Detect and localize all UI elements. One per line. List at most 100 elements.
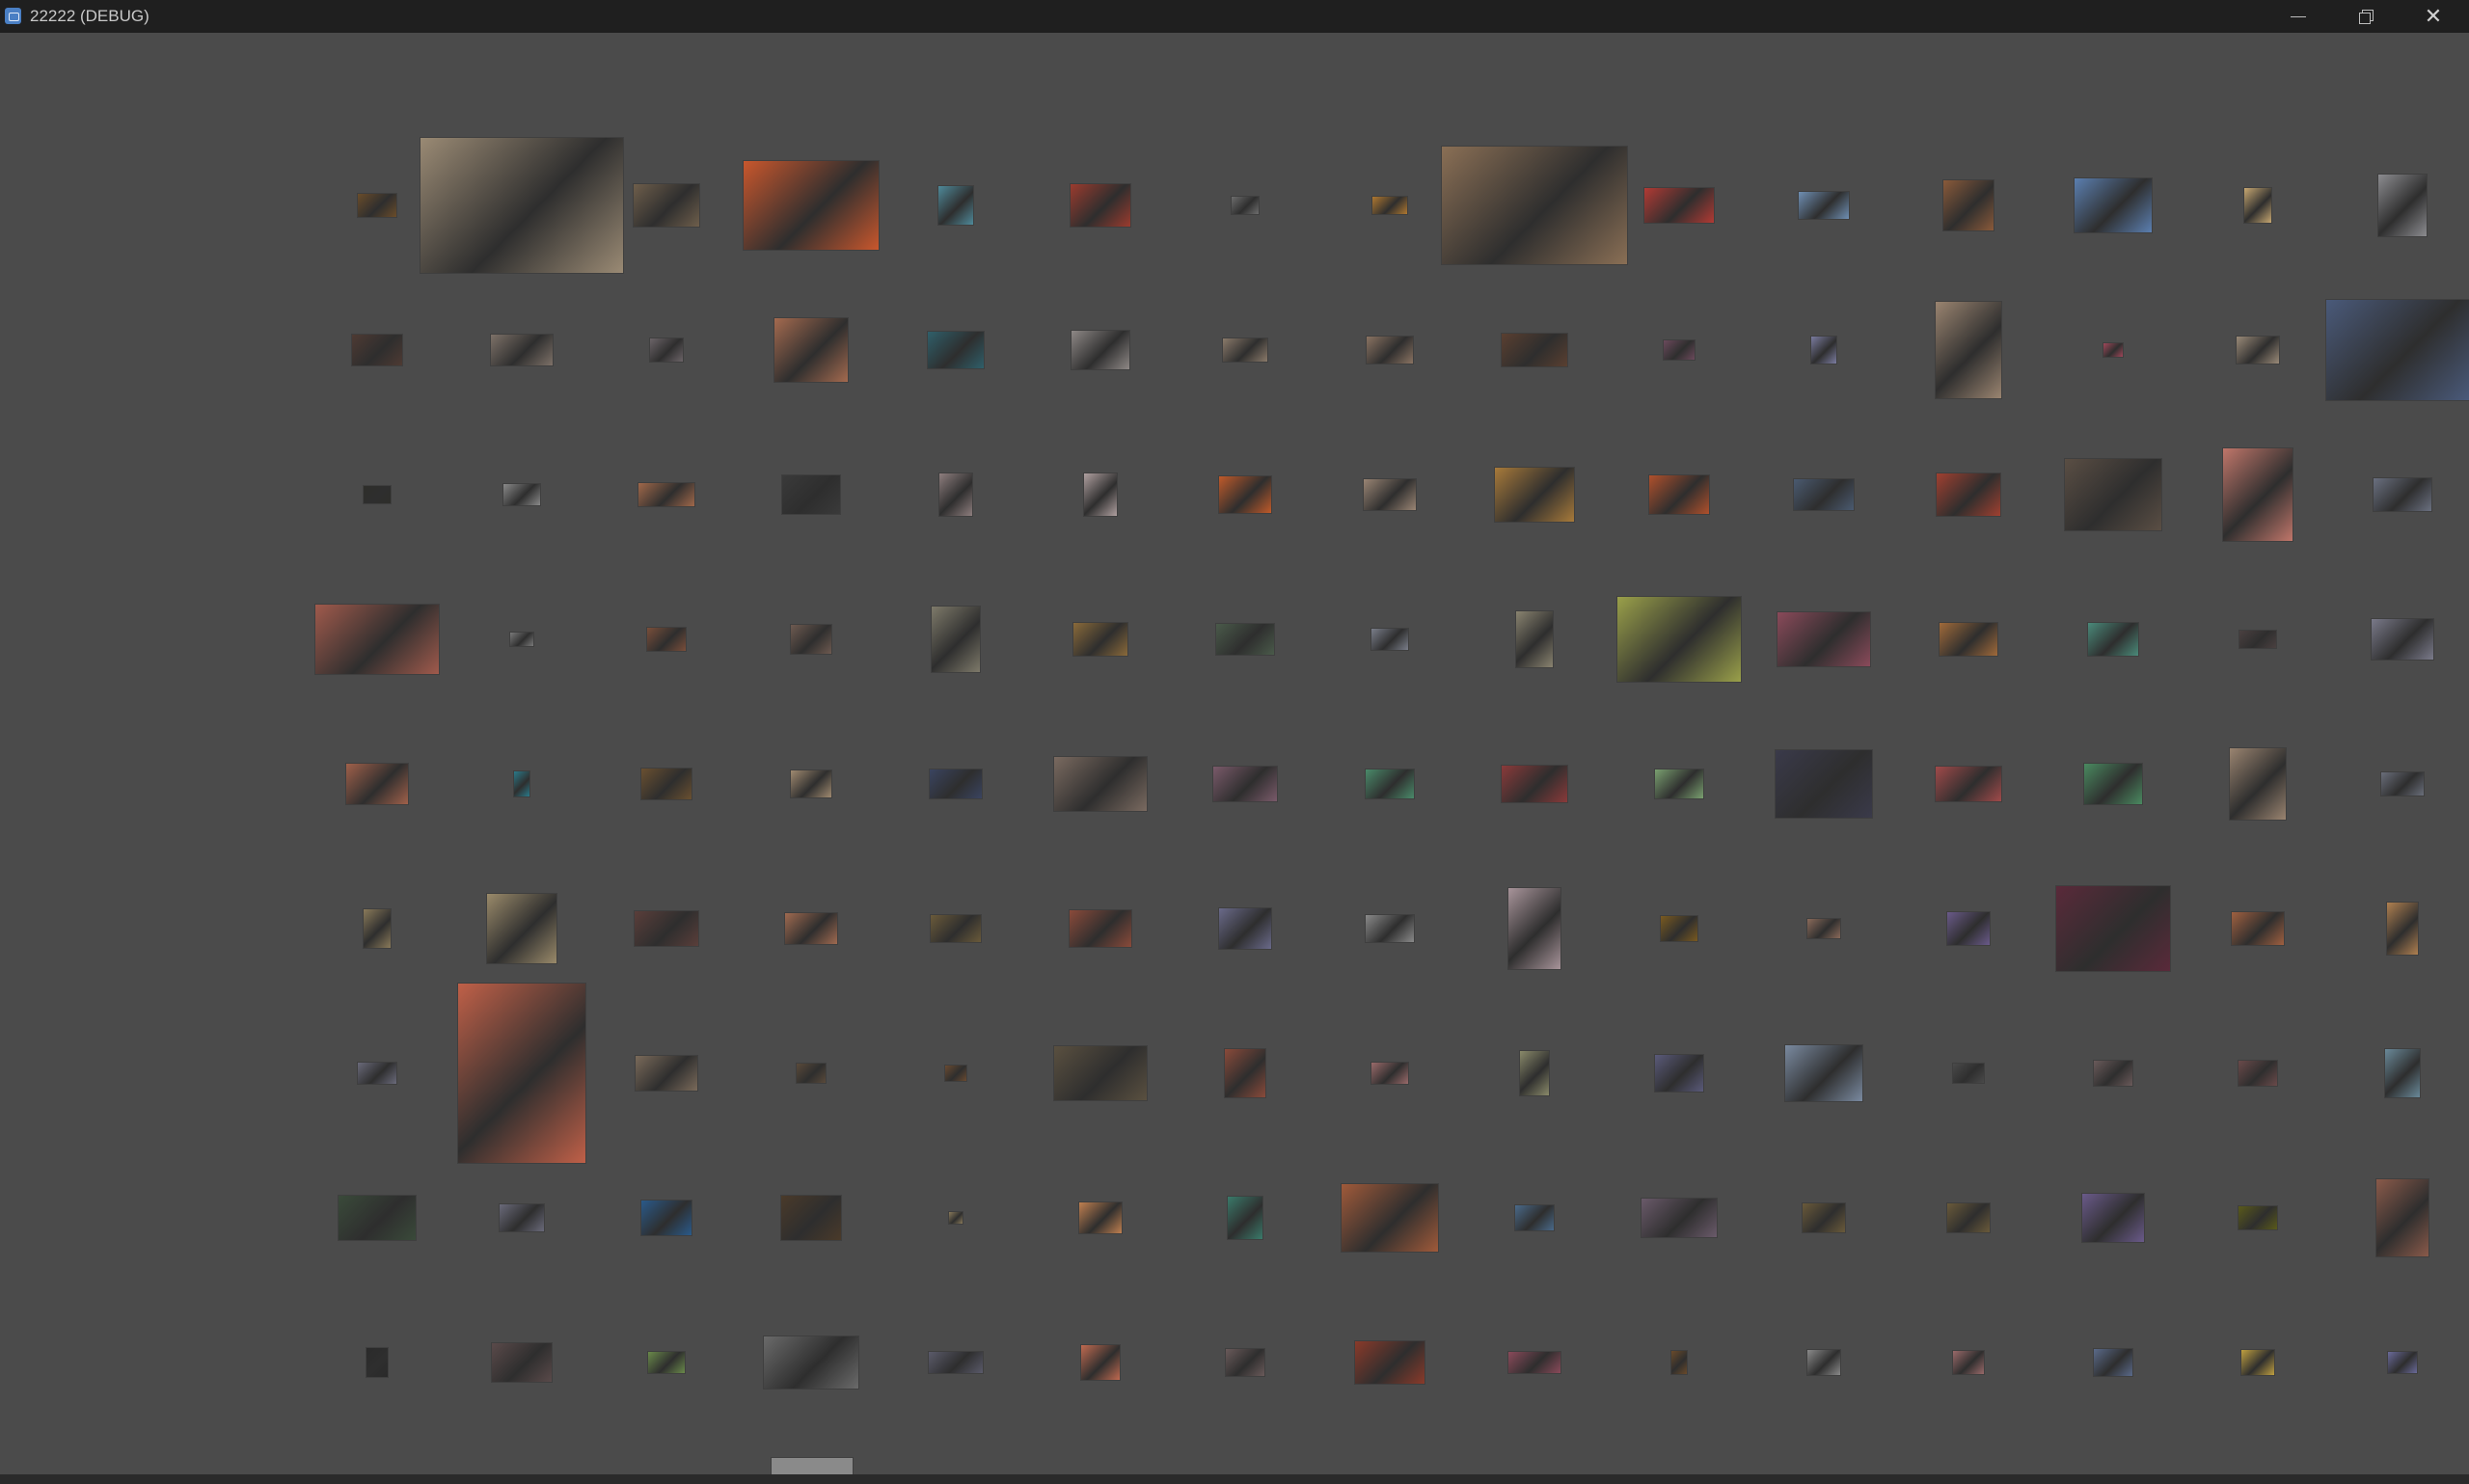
photo-thumbnail[interactable] xyxy=(1936,767,2001,801)
photo-thumbnail[interactable] xyxy=(1371,629,1408,650)
photo-thumbnail[interactable] xyxy=(492,1343,552,1382)
photo-thumbnail[interactable] xyxy=(932,607,980,672)
photo-thumbnail[interactable] xyxy=(2094,1349,2132,1376)
photo-thumbnail[interactable] xyxy=(2378,175,2427,236)
photo-thumbnail[interactable] xyxy=(1515,1205,1554,1230)
photo-thumbnail[interactable] xyxy=(791,625,831,654)
photo-thumbnail[interactable] xyxy=(315,605,439,674)
photo-thumbnail[interactable] xyxy=(2238,1206,2277,1229)
photo-thumbnail[interactable] xyxy=(1367,337,1413,364)
photo-thumbnail[interactable] xyxy=(2381,772,2424,796)
photo-thumbnail[interactable] xyxy=(931,915,981,942)
photo-thumbnail[interactable] xyxy=(774,318,848,382)
photo-thumbnail[interactable] xyxy=(358,194,396,217)
photo-thumbnail[interactable] xyxy=(2056,886,2170,971)
photo-thumbnail[interactable] xyxy=(514,771,529,796)
photo-thumbnail[interactable] xyxy=(1943,180,1994,230)
photo-thumbnail[interactable] xyxy=(1232,197,1259,214)
photo-thumbnail[interactable] xyxy=(1671,1351,1687,1374)
photo-thumbnail[interactable] xyxy=(1213,767,1277,801)
photo-thumbnail[interactable] xyxy=(1617,597,1741,682)
photo-thumbnail[interactable] xyxy=(2082,1194,2144,1242)
photo-thumbnail[interactable] xyxy=(458,984,585,1163)
photo-thumbnail[interactable] xyxy=(364,486,391,503)
photo-thumbnail[interactable] xyxy=(1947,912,1990,945)
photo-thumbnail[interactable] xyxy=(1070,910,1131,947)
photo-thumbnail[interactable] xyxy=(928,332,984,368)
photo-thumbnail[interactable] xyxy=(2084,764,2142,804)
photo-thumbnail[interactable] xyxy=(1661,916,1697,941)
photo-thumbnail[interactable] xyxy=(2388,1352,2417,1373)
photo-thumbnail[interactable] xyxy=(1355,1341,1424,1384)
photo-thumbnail[interactable] xyxy=(500,1204,544,1231)
photo-thumbnail[interactable] xyxy=(764,1336,858,1389)
photo-thumbnail[interactable] xyxy=(647,628,686,651)
photo-thumbnail[interactable] xyxy=(772,1458,853,1474)
photo-thumbnail[interactable] xyxy=(638,483,694,506)
photo-thumbnail[interactable] xyxy=(339,1196,416,1240)
minimize-button[interactable] xyxy=(2265,0,2332,33)
photo-thumbnail[interactable] xyxy=(2237,337,2279,364)
photo-thumbnail[interactable] xyxy=(1649,475,1709,514)
photo-thumbnail[interactable] xyxy=(1953,1064,1984,1083)
photo-thumbnail[interactable] xyxy=(1799,192,1849,219)
photo-thumbnail[interactable] xyxy=(1936,302,2001,398)
photo-thumbnail[interactable] xyxy=(1937,473,2000,516)
photo-thumbnail[interactable] xyxy=(1084,473,1117,516)
photo-thumbnail[interactable] xyxy=(1495,468,1574,522)
photo-thumbnail[interactable] xyxy=(1664,340,1695,360)
photo-thumbnail[interactable] xyxy=(635,911,698,946)
photo-thumbnail[interactable] xyxy=(364,909,391,948)
photo-thumbnail[interactable] xyxy=(352,335,402,365)
photo-thumbnail[interactable] xyxy=(2088,623,2138,656)
photo-thumbnail[interactable] xyxy=(1366,769,1414,798)
photo-thumbnail[interactable] xyxy=(510,633,533,646)
photo-thumbnail[interactable] xyxy=(1508,1352,1560,1373)
photo-thumbnail[interactable] xyxy=(1655,769,1703,798)
photo-thumbnail[interactable] xyxy=(1372,197,1407,214)
photo-thumbnail[interactable] xyxy=(1079,1202,1122,1233)
photo-thumbnail[interactable] xyxy=(421,138,623,273)
photo-thumbnail[interactable] xyxy=(1803,1203,1845,1232)
photo-thumbnail[interactable] xyxy=(1219,908,1271,949)
photo-thumbnail[interactable] xyxy=(2387,903,2418,955)
photo-thumbnail[interactable] xyxy=(1054,1046,1147,1100)
photo-thumbnail[interactable] xyxy=(346,764,408,804)
photo-thumbnail[interactable] xyxy=(1947,1203,1990,1232)
photo-thumbnail[interactable] xyxy=(949,1212,963,1224)
photo-thumbnail[interactable] xyxy=(1785,1045,1862,1101)
photo-thumbnail[interactable] xyxy=(2376,1179,2428,1256)
photo-thumbnail[interactable] xyxy=(2094,1061,2132,1086)
photo-thumbnail[interactable] xyxy=(1366,915,1414,942)
photo-thumbnail[interactable] xyxy=(2244,188,2271,223)
photo-thumbnail[interactable] xyxy=(782,475,840,514)
photo-canvas[interactable] xyxy=(0,33,2469,1474)
maximize-button[interactable] xyxy=(2332,0,2400,33)
photo-thumbnail[interactable] xyxy=(1228,1197,1262,1239)
photo-thumbnail[interactable] xyxy=(1794,479,1854,510)
photo-thumbnail[interactable] xyxy=(1073,623,1127,656)
photo-thumbnail[interactable] xyxy=(641,769,692,799)
photo-thumbnail[interactable] xyxy=(744,161,879,250)
photo-thumbnail[interactable] xyxy=(641,1201,692,1235)
photo-thumbnail[interactable] xyxy=(2075,178,2152,232)
photo-thumbnail[interactable] xyxy=(1226,1349,1264,1376)
photo-thumbnail[interactable] xyxy=(1081,1345,1120,1380)
photo-thumbnail[interactable] xyxy=(945,1066,966,1081)
photo-thumbnail[interactable] xyxy=(1644,188,1714,223)
photo-thumbnail[interactable] xyxy=(785,913,837,944)
photo-thumbnail[interactable] xyxy=(930,769,982,798)
photo-thumbnail[interactable] xyxy=(791,770,831,797)
photo-thumbnail[interactable] xyxy=(2238,1061,2277,1086)
photo-thumbnail[interactable] xyxy=(797,1064,826,1083)
photo-thumbnail[interactable] xyxy=(1655,1055,1703,1092)
photo-thumbnail[interactable] xyxy=(1223,338,1267,362)
photo-thumbnail[interactable] xyxy=(1807,1350,1840,1375)
photo-thumbnail[interactable] xyxy=(1054,757,1147,811)
photo-thumbnail[interactable] xyxy=(1811,337,1836,364)
photo-thumbnail[interactable] xyxy=(1520,1051,1549,1095)
photo-thumbnail[interactable] xyxy=(1807,919,1840,938)
photo-thumbnail[interactable] xyxy=(634,184,699,227)
photo-thumbnail[interactable] xyxy=(1225,1049,1265,1097)
photo-thumbnail[interactable] xyxy=(1371,1063,1408,1084)
